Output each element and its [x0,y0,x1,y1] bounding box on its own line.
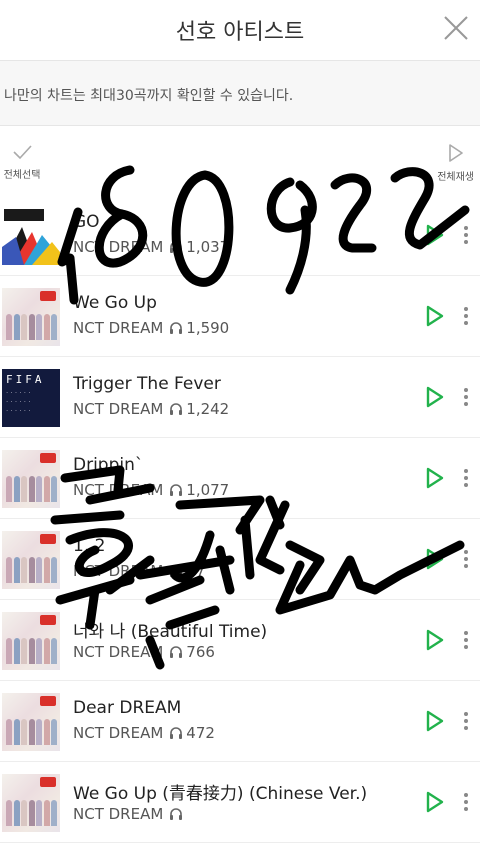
song-row[interactable]: Drippin` NCT DREAM 1,077 [0,438,480,519]
play-count: 1,077 [186,481,230,499]
play-icon[interactable] [425,791,445,813]
headphones-icon [170,646,183,658]
song-meta: NCT DREAM 1,077 [73,481,229,499]
album-cover [2,774,60,832]
artist-name: NCT DREAM [73,724,164,742]
song-meta: NCT DREAM 1,242 [73,400,229,418]
song-row[interactable]: 너와 나 (Beautiful Time) NCT DREAM 766 [0,600,480,681]
song-title: We Go Up (青春接力) (Chinese Ver.) [73,784,368,804]
headphones-icon [170,808,183,820]
play-icon[interactable] [425,386,445,408]
play-icon[interactable] [425,710,445,732]
select-all-button[interactable]: 전체선택 [0,144,44,181]
album-cover [2,207,60,265]
headphones-icon [170,241,183,253]
song-title: Trigger The Fever [73,374,221,394]
song-meta: NCT DREAM 1,037 [73,238,229,256]
song-title: 1, 2 [73,536,106,556]
album-cover: FIFA · · · · · · · · · · · · · · · · · · [2,369,60,427]
play-icon[interactable] [425,467,445,489]
song-meta: NCT DREAM 472 [73,724,215,742]
song-row[interactable]: We Go Up (青春接力) (Chinese Ver.) NCT DREAM [0,762,480,843]
play-icon [449,144,463,162]
headphones-icon [170,322,183,334]
play-all-button[interactable]: 전체재생 [426,144,474,183]
song-title: GO [73,212,100,232]
song-title: Dear DREAM [73,698,182,718]
song-row[interactable]: We Go Up NCT DREAM 1,590 [0,276,480,357]
more-options-icon[interactable] [463,712,469,732]
headphones-icon [170,484,183,496]
artist-name: NCT DREAM [73,238,164,256]
song-meta: NCT DREAM 766 [73,643,215,661]
artist-name: NCT DREAM [73,805,164,823]
song-title: Drippin` [73,455,144,475]
artist-name: NCT DREAM [73,481,164,499]
play-all-label: 전체재생 [437,172,474,183]
play-icon[interactable] [425,629,445,651]
more-options-icon[interactable] [463,550,469,570]
play-count: 1,590 [186,319,230,337]
more-options-icon[interactable] [463,793,469,813]
play-count: 472 [186,724,215,742]
play-icon[interactable] [425,224,445,246]
artist-name: NCT DREAM [73,400,164,418]
select-all-label: 전체선택 [3,170,41,181]
notice-bar: 나만의 차트는 최대30곡까지 확인할 수 있습니다. [0,61,480,126]
song-list: GO NCT DREAM 1,037 We Go Up NCT DREAM 1,590 FI… [0,195,480,843]
album-cover [2,612,60,670]
song-row[interactable]: GO NCT DREAM 1,037 [0,195,480,276]
song-row[interactable]: Dear DREAM NCT DREAM 472 [0,681,480,762]
play-count: 1,242 [186,400,230,418]
headphones-icon [170,565,183,577]
header: 선호 아티스트 [0,0,480,61]
album-cover [2,288,60,346]
notice-text: 나만의 차트는 최대30곡까지 확인할 수 있습니다. [4,88,294,104]
more-options-icon[interactable] [463,307,469,327]
song-meta: NCT DREAM 1,590 [73,319,229,337]
more-options-icon[interactable] [463,388,469,408]
play-count: 1,037 [186,238,230,256]
song-title: 너와 나 (Beautiful Time) [73,622,268,642]
artist-name: NCT DREAM [73,319,164,337]
song-row[interactable]: 1, 2 NCT DREAM 77 [0,519,480,600]
song-row[interactable]: FIFA · · · · · · · · · · · · · · · · · · Tri… [0,357,480,438]
close-icon[interactable] [442,14,470,42]
more-options-icon[interactable] [463,469,469,489]
album-cover [2,531,60,589]
artist-name: NCT DREAM [73,643,164,661]
toolbar: 전체선택 전체재생 [0,126,480,190]
album-cover [2,693,60,751]
headphones-icon [170,727,183,739]
play-count: 766 [186,643,215,661]
play-count: 77 [186,562,206,580]
song-meta: NCT DREAM 77 [73,562,205,580]
check-icon [13,145,32,160]
song-title: We Go Up [73,293,157,313]
album-cover [2,450,60,508]
artist-name: NCT DREAM [73,562,164,580]
song-meta: NCT DREAM [73,805,186,823]
play-icon[interactable] [425,548,445,570]
page-title: 선호 아티스트 [175,20,305,45]
more-options-icon[interactable] [463,226,469,246]
headphones-icon [170,403,183,415]
more-options-icon[interactable] [463,631,469,651]
play-icon[interactable] [425,305,445,327]
